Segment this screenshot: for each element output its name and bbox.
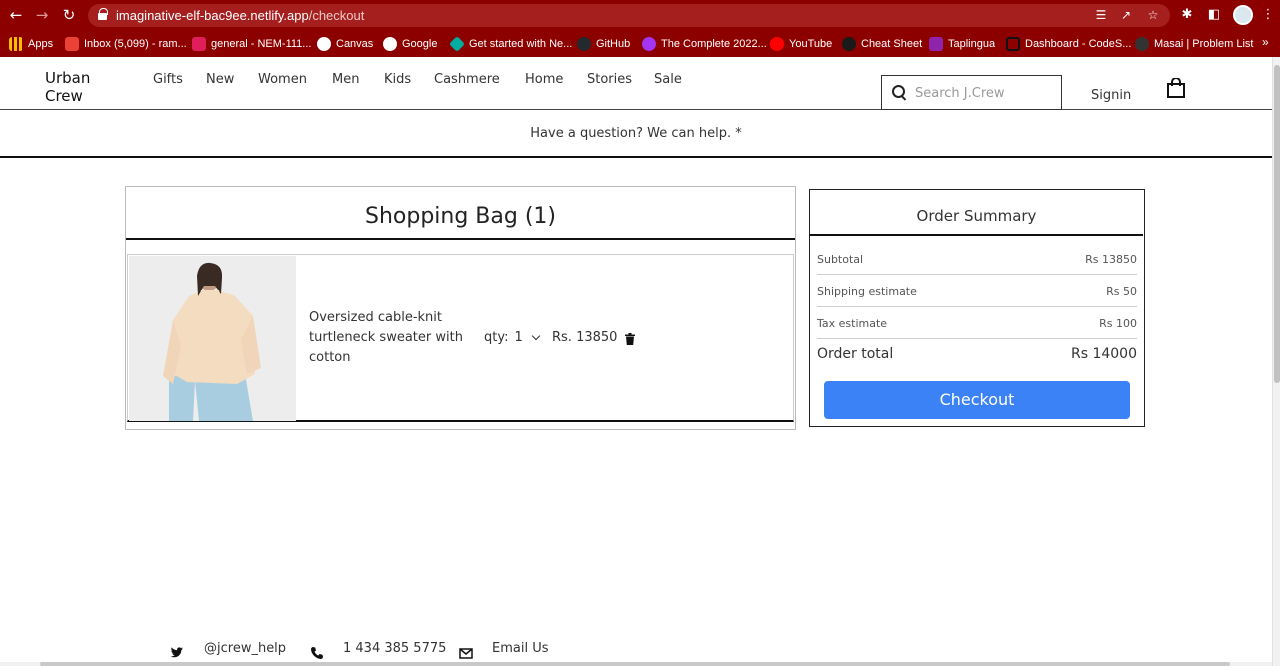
side-panel-icon[interactable]: ◧ xyxy=(1205,6,1223,24)
share-icon[interactable]: ↗ xyxy=(1118,7,1134,23)
help-banner: Have a question? We can help. * xyxy=(0,110,1272,158)
google-icon xyxy=(383,37,397,51)
scrollbar-thumb[interactable] xyxy=(1274,65,1280,383)
shipping-value: Rs 50 xyxy=(1106,285,1137,298)
order-total-label: Order total xyxy=(817,346,894,362)
product-name[interactable]: Oversized cable-knit turtleneck sweater … xyxy=(309,308,479,368)
signin-link[interactable]: Signin xyxy=(1091,88,1131,103)
nav-sale[interactable]: Sale xyxy=(654,72,682,87)
apps-grid-icon xyxy=(9,37,23,51)
bookmark-gmail[interactable]: Inbox (5,099) - ram... xyxy=(65,35,187,53)
cheat-sheet-icon xyxy=(842,37,856,51)
phone-icon[interactable] xyxy=(310,646,324,660)
tax-row: Tax estimate Rs 100 xyxy=(817,307,1137,339)
nav-gifts[interactable]: Gifts xyxy=(153,72,183,87)
nav-cashmere[interactable]: Cashmere xyxy=(434,72,500,87)
search-icon xyxy=(892,85,906,99)
url-text[interactable]: imaginative-elf-bac9ee.netlify.app/check… xyxy=(116,8,364,23)
site-logo[interactable]: Urban Crew xyxy=(45,69,105,105)
masai-icon xyxy=(1135,37,1149,51)
subtotal-label: Subtotal xyxy=(817,253,864,266)
item-price: Rs. 13850 xyxy=(552,330,618,345)
bookmark-slack[interactable]: general - NEM-111... xyxy=(192,35,311,53)
search-input[interactable] xyxy=(915,82,1055,104)
udemy-icon xyxy=(642,37,656,51)
vertical-scrollbar[interactable] xyxy=(1272,57,1280,666)
horizontal-scrollbar-thumb[interactable] xyxy=(40,662,1230,666)
site-header: Urban Crew Gifts New Women Men Kids Cash… xyxy=(0,57,1272,110)
chevron-down-icon[interactable] xyxy=(531,331,541,341)
subtotal-value: Rs 13850 xyxy=(1085,253,1137,266)
bookmark-masai[interactable]: Masai | Problem List xyxy=(1135,35,1253,53)
reload-icon[interactable]: ↻ xyxy=(60,6,78,24)
bookmark-youtube[interactable]: YouTube xyxy=(770,35,832,53)
bookmark-github[interactable]: GitHub xyxy=(577,35,630,53)
search-box[interactable] xyxy=(881,75,1062,110)
nav-home[interactable]: Home xyxy=(525,72,563,87)
nav-new[interactable]: New xyxy=(206,72,234,87)
email-link[interactable]: Email Us xyxy=(492,641,549,656)
bookmark-taplingua[interactable]: Taplingua xyxy=(929,35,995,53)
cart-item: Oversized cable-knit turtleneck sweater … xyxy=(127,254,794,422)
back-arrow-icon[interactable]: ← xyxy=(7,6,25,24)
menu-kebab-icon[interactable]: ⋮ xyxy=(1259,6,1277,24)
shipping-row: Shipping estimate Rs 50 xyxy=(817,275,1137,307)
subtotal-row: Subtotal Rs 13850 xyxy=(817,243,1137,275)
nav-kids[interactable]: Kids xyxy=(384,72,411,87)
shopping-bag-title: Shopping Bag (1) xyxy=(126,187,795,240)
order-total-value: Rs 14000 xyxy=(1070,346,1137,362)
tax-label: Tax estimate xyxy=(817,317,888,330)
help-text[interactable]: Have a question? We can help. * xyxy=(530,126,741,141)
bookmark-udemy[interactable]: The Complete 2022... xyxy=(642,35,767,53)
translate-icon[interactable]: ☰ xyxy=(1093,7,1109,23)
shopping-bag-icon[interactable] xyxy=(1166,78,1186,98)
phone-number[interactable]: 1 434 385 5775 xyxy=(343,641,446,656)
bookmark-google[interactable]: Google xyxy=(383,35,437,53)
bookmarks-bar: Apps Inbox (5,099) - ram... general - NE… xyxy=(0,31,1280,57)
bookmark-codesignal[interactable]: Dashboard - CodeS... xyxy=(1006,35,1131,53)
codesignal-icon xyxy=(1006,37,1020,51)
bookmark-star-icon[interactable]: ☆ xyxy=(1145,7,1161,23)
horizontal-scrollbar[interactable] xyxy=(0,662,1272,666)
order-summary-panel: Order Summary Subtotal Rs 13850 Shipping… xyxy=(809,189,1145,427)
email-icon[interactable] xyxy=(459,646,473,660)
extensions-icon[interactable]: ✱ xyxy=(1178,6,1196,24)
profile-avatar[interactable] xyxy=(1233,5,1253,25)
qty-label: qty: xyxy=(484,330,509,345)
product-image[interactable] xyxy=(129,256,296,421)
bookmark-netlify[interactable]: Get started with Ne... xyxy=(449,35,572,53)
checkout-button[interactable]: Checkout xyxy=(824,381,1130,419)
quantity-selector[interactable]: qty: 1 xyxy=(484,330,541,345)
bookmarks-overflow[interactable]: » xyxy=(1262,35,1269,49)
netlify-icon xyxy=(449,36,465,52)
nav-men[interactable]: Men xyxy=(332,72,359,87)
browser-toolbar: ← → ↻ imaginative-elf-bac9ee.netlify.app… xyxy=(0,0,1280,31)
order-summary-title: Order Summary xyxy=(810,190,1143,236)
canvas-icon xyxy=(317,37,331,51)
slack-icon xyxy=(192,37,206,51)
twitter-handle[interactable]: @jcrew_help xyxy=(204,641,286,656)
trash-icon[interactable] xyxy=(625,333,635,345)
gmail-icon xyxy=(65,37,79,51)
shipping-label: Shipping estimate xyxy=(817,285,917,298)
forward-arrow-icon[interactable]: → xyxy=(33,6,51,24)
lock-icon xyxy=(98,8,108,20)
bookmark-cheat-sheet[interactable]: Cheat Sheet xyxy=(842,35,922,53)
shopping-bag-panel: Shopping Bag (1) Oversized cable-knit tu… xyxy=(125,186,796,430)
bookmark-apps[interactable]: Apps xyxy=(9,35,53,53)
github-icon xyxy=(577,37,591,51)
tax-value: Rs 100 xyxy=(1099,317,1137,330)
twitter-icon[interactable] xyxy=(170,646,184,660)
bookmark-canvas[interactable]: Canvas xyxy=(317,35,373,53)
nav-women[interactable]: Women xyxy=(258,72,307,87)
taplingua-icon xyxy=(929,37,943,51)
nav-stories[interactable]: Stories xyxy=(587,72,632,87)
address-bar[interactable]: imaginative-elf-bac9ee.netlify.app/check… xyxy=(88,4,1170,27)
qty-value[interactable]: 1 xyxy=(514,330,522,345)
youtube-icon xyxy=(770,37,784,51)
